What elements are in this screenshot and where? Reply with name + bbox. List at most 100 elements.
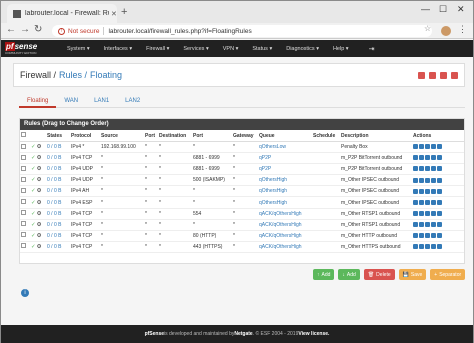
- close-tab-icon[interactable]: ✕: [111, 10, 117, 18]
- copy-icon[interactable]: [425, 155, 430, 161]
- disable-icon[interactable]: [431, 199, 436, 205]
- copy-icon[interactable]: [425, 188, 430, 194]
- col-protocol[interactable]: Protocol: [70, 130, 100, 142]
- copy-icon[interactable]: [425, 177, 430, 183]
- delete-icon[interactable]: [437, 221, 442, 227]
- anchor-icon[interactable]: [413, 221, 418, 227]
- settings-sliders-icon[interactable]: [418, 72, 425, 79]
- delete-icon[interactable]: [437, 199, 442, 205]
- disable-icon[interactable]: [431, 155, 436, 161]
- cell-states[interactable]: 0 / 0 B: [46, 230, 70, 242]
- cell-states[interactable]: 0 / 0 B: [46, 208, 70, 220]
- row-checkbox[interactable]: [21, 165, 26, 171]
- edit-icon[interactable]: [419, 188, 424, 194]
- table-row[interactable]: ✓⚙ 0 / 0 B IPv4 UDP * * * 6881 - 6999 * qP2P m_P2…: [20, 163, 464, 176]
- delete-button[interactable]: 🗑 Delete: [363, 269, 395, 280]
- not-secure-label[interactable]: Not secure: [68, 28, 99, 35]
- separator-button[interactable]: + Separator: [430, 269, 466, 280]
- row-checkbox[interactable]: [21, 154, 26, 160]
- copy-icon[interactable]: [425, 221, 430, 227]
- footer-license-link[interactable]: View license.: [298, 331, 329, 337]
- anchor-icon[interactable]: [413, 144, 418, 150]
- col-destination[interactable]: Destination: [158, 130, 192, 142]
- anchor-icon[interactable]: [413, 188, 418, 194]
- close-window-icon[interactable]: ✕: [457, 4, 465, 15]
- disable-icon[interactable]: [431, 210, 436, 216]
- delete-icon[interactable]: [437, 210, 442, 216]
- delete-icon[interactable]: [437, 244, 442, 250]
- add-top-button[interactable]: ↑ Add: [313, 269, 335, 280]
- col-source[interactable]: Source: [100, 130, 144, 142]
- table-row[interactable]: ✓⚙ 0 / 0 B IPv4 AH * * * * * qOthersHigh m_Other …: [20, 185, 464, 198]
- cell-states[interactable]: 0 / 0 B: [46, 241, 70, 253]
- table-row[interactable]: ✓⚙ 0 / 0 B IPv4 TCP * * * 80 (HTTP) * qACK/qOthe…: [20, 230, 464, 242]
- disable-icon[interactable]: [431, 166, 436, 172]
- col-dport[interactable]: Port: [192, 130, 232, 142]
- delete-icon[interactable]: [437, 166, 442, 172]
- col-gateway[interactable]: Gateway: [232, 130, 258, 142]
- cell-states[interactable]: 0 / 0 B: [46, 185, 70, 198]
- anchor-icon[interactable]: [413, 155, 418, 161]
- breadcrumb-floating[interactable]: Floating: [90, 70, 122, 80]
- table-row[interactable]: ✓⚙ 0 / 0 B IPv4 TCP * * * 554 * qACK/qOthersHigh…: [20, 208, 464, 220]
- nav-status[interactable]: Status ▾: [252, 46, 272, 52]
- avatar[interactable]: [441, 26, 451, 36]
- tab-lan1[interactable]: LAN1: [86, 96, 117, 108]
- minimize-icon[interactable]: —: [421, 4, 430, 14]
- edit-icon[interactable]: [419, 210, 424, 216]
- nav-vpn[interactable]: VPN ▾: [223, 46, 239, 52]
- address-bar[interactable]: ! Not secure labrouter.local/firewall_ru…: [52, 25, 432, 37]
- col-queue[interactable]: Queue: [258, 130, 312, 142]
- delete-icon[interactable]: [437, 144, 442, 150]
- copy-icon[interactable]: [425, 232, 430, 238]
- cell-states[interactable]: 0 / 0 B: [46, 219, 70, 231]
- row-checkbox[interactable]: [21, 187, 26, 193]
- edit-icon[interactable]: [419, 244, 424, 250]
- table-row[interactable]: ✓⚙ 0 / 0 B IPv4 TCP * * * 6881 - 6999 * qP2P m_P2…: [20, 152, 464, 165]
- row-checkbox[interactable]: [21, 210, 26, 216]
- table-row[interactable]: ✓⚙ 0 / 0 B IPv4 TCP * * * 443 (HTTPS) * qACK/qOt…: [20, 241, 464, 253]
- disable-icon[interactable]: [431, 188, 436, 194]
- edit-icon[interactable]: [419, 166, 424, 172]
- row-checkbox[interactable]: [21, 143, 26, 149]
- cell-states[interactable]: 0 / 0 B: [46, 196, 70, 209]
- anchor-icon[interactable]: [413, 232, 418, 238]
- anchor-icon[interactable]: [413, 177, 418, 183]
- tab-lan2[interactable]: LAN2: [117, 96, 148, 108]
- row-checkbox[interactable]: [21, 176, 26, 182]
- nav-diagnostics[interactable]: Diagnostics ▾: [286, 46, 319, 52]
- info-icon[interactable]: i: [21, 289, 29, 297]
- nav-help[interactable]: Help ▾: [333, 46, 349, 52]
- nav-services[interactable]: Services ▾: [183, 46, 208, 52]
- col-schedule[interactable]: Schedule: [312, 130, 340, 142]
- copy-icon[interactable]: [425, 244, 430, 250]
- table-row[interactable]: ✓⚙ 0 / 0 B IPv4 UDP * * * 500 (ISAKMP) * qOthers…: [20, 174, 464, 187]
- cell-states[interactable]: 0 / 0 B: [46, 152, 70, 165]
- new-tab-icon[interactable]: +: [121, 6, 127, 18]
- bookmark-star-icon[interactable]: ☆: [424, 24, 431, 33]
- cell-states[interactable]: 0 / 0 B: [46, 141, 70, 154]
- copy-icon[interactable]: [425, 166, 430, 172]
- copy-icon[interactable]: [425, 210, 430, 216]
- edit-icon[interactable]: [419, 177, 424, 183]
- edit-icon[interactable]: [419, 199, 424, 205]
- col-description[interactable]: Description: [340, 130, 412, 142]
- row-checkbox[interactable]: [21, 199, 26, 205]
- browser-menu-icon[interactable]: ⋮: [458, 24, 467, 35]
- disable-icon[interactable]: [431, 177, 436, 183]
- warning-icon[interactable]: !: [58, 27, 65, 35]
- table-row[interactable]: ✓⚙ 0 / 0 B IPv4 * 192.168.99.100 * * * * qOthers…: [20, 141, 464, 154]
- save-button[interactable]: 💾 Save: [398, 269, 427, 280]
- cell-states[interactable]: 0 / 0 B: [46, 174, 70, 187]
- tab-floating[interactable]: Floating: [19, 96, 57, 108]
- browser-tab[interactable]: labrouter.local - Firewall: Rules: F ✕: [7, 4, 117, 23]
- delete-icon[interactable]: [437, 188, 442, 194]
- edit-icon[interactable]: [419, 155, 424, 161]
- anchor-icon[interactable]: [413, 166, 418, 172]
- edit-icon[interactable]: [419, 221, 424, 227]
- select-all-checkbox[interactable]: [21, 132, 26, 137]
- logout-icon[interactable]: ⇥: [369, 45, 375, 53]
- pfsense-logo[interactable]: pfsense COMMUNITY EDITION: [1, 40, 53, 57]
- cell-states[interactable]: 0 / 0 B: [46, 163, 70, 176]
- col-states[interactable]: States: [46, 130, 70, 142]
